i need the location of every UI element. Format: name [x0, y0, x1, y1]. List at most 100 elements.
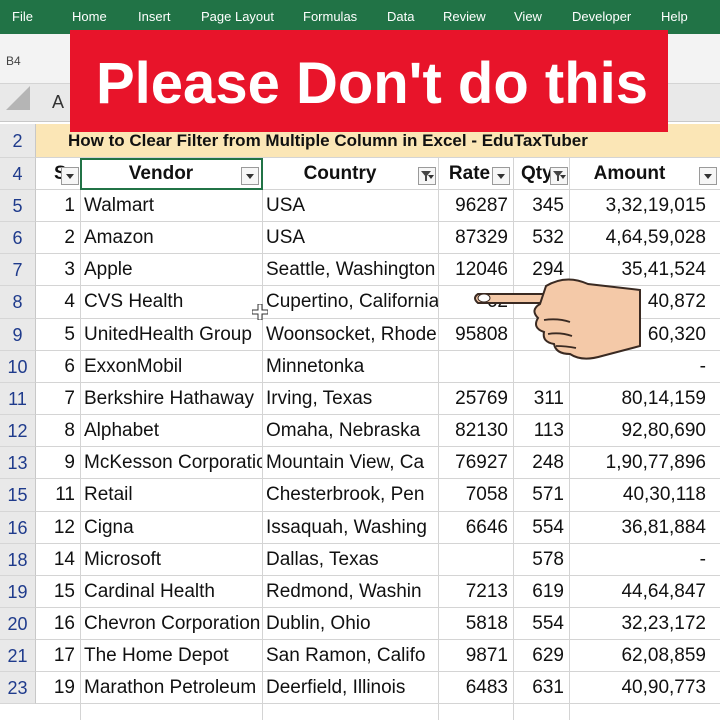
cell-sn[interactable]: 5	[36, 319, 80, 350]
cell-rate[interactable]	[438, 544, 513, 575]
cell-country[interactable]: USA	[262, 190, 438, 221]
cell-rate[interactable]: 7058	[438, 479, 513, 511]
cell-vendor[interactable]: Walmart	[80, 190, 262, 221]
cell-qty[interactable]: 311	[513, 383, 569, 414]
cell-rate[interactable]: 76927	[438, 447, 513, 478]
cell-amount[interactable]: 80,14,159	[569, 383, 720, 414]
tab-developer[interactable]: Developer	[572, 9, 631, 24]
row-header[interactable]: 7	[0, 254, 36, 286]
cell-amount[interactable]: 44,64,847	[569, 576, 720, 607]
cell-sn[interactable]: 12	[36, 512, 80, 543]
cell-amount[interactable]: 62,08,859	[569, 640, 720, 671]
row-header[interactable]: 13	[0, 447, 36, 479]
cell-country[interactable]: Irving, Texas	[262, 383, 438, 414]
cell-sn[interactable]: 6	[36, 351, 80, 382]
cell-vendor[interactable]: Amazon	[80, 222, 262, 253]
row-header[interactable]: 9	[0, 319, 36, 351]
cell-vendor[interactable]: Retail	[80, 479, 262, 511]
row-header[interactable]: 2	[0, 124, 36, 158]
cell-sn[interactable]: 19	[36, 672, 80, 703]
row-header[interactable]: 19	[0, 576, 36, 608]
row-header[interactable]: 15	[0, 479, 36, 512]
cell-country[interactable]: Woonsocket, Rhode	[262, 319, 438, 350]
cell-country[interactable]: Omaha, Nebraska	[262, 415, 438, 446]
cell-vendor[interactable]: Marathon Petroleum	[80, 672, 262, 703]
cell-qty[interactable]: 113	[513, 415, 569, 446]
select-all-corner[interactable]	[6, 86, 30, 110]
cell-rate[interactable]: 6483	[438, 672, 513, 703]
cell-qty[interactable]: 578	[513, 544, 569, 575]
row-header[interactable]: 21	[0, 640, 36, 672]
cell-qty[interactable]: 619	[513, 576, 569, 607]
cell-sn[interactable]: 11	[36, 479, 80, 511]
cell-amount[interactable]: 92,80,690	[569, 415, 720, 446]
row-header[interactable]: 6	[0, 222, 36, 254]
cell-country[interactable]: Dublin, Ohio	[262, 608, 438, 639]
cell-amount[interactable]: 1,90,77,896	[569, 447, 720, 478]
cell-vendor[interactable]: Chevron Corporation	[80, 608, 262, 639]
filter-button-amount[interactable]	[699, 167, 717, 185]
cell-sn[interactable]: 16	[36, 608, 80, 639]
cell-sn[interactable]: 14	[36, 544, 80, 575]
cell-amount[interactable]: 3,32,19,015	[569, 190, 720, 221]
row-header[interactable]: 23	[0, 672, 36, 704]
cell-sn[interactable]: 4	[36, 286, 80, 318]
cell-vendor[interactable]: UnitedHealth Group	[80, 319, 262, 350]
filter-button-qty[interactable]	[550, 167, 568, 185]
tab-insert[interactable]: Insert	[138, 9, 171, 24]
filter-button-country[interactable]	[418, 167, 436, 185]
cell-qty[interactable]: 248	[513, 447, 569, 478]
tab-view[interactable]: View	[514, 9, 542, 24]
cell-vendor[interactable]: ExxonMobil	[80, 351, 262, 382]
cell-sn[interactable]: 7	[36, 383, 80, 414]
cell-qty[interactable]: 554	[513, 608, 569, 639]
cell-country[interactable]: Issaquah, Washing	[262, 512, 438, 543]
cell-rate[interactable]: 82130	[438, 415, 513, 446]
cell-country[interactable]: Redmond, Washin	[262, 576, 438, 607]
cell-qty[interactable]: 629	[513, 640, 569, 671]
cell-amount[interactable]: 36,81,884	[569, 512, 720, 543]
name-box[interactable]: B4	[0, 48, 62, 74]
cell-vendor[interactable]: Cigna	[80, 512, 262, 543]
tab-data[interactable]: Data	[387, 9, 414, 24]
cell-sn[interactable]: 3	[36, 254, 80, 285]
cell-country[interactable]: Dallas, Texas	[262, 544, 438, 575]
cell-amount[interactable]: 4,64,59,028	[569, 222, 720, 253]
row-header[interactable]: 10	[0, 351, 36, 383]
row-header[interactable]: 12	[0, 415, 36, 447]
cell-qty[interactable]: 532	[513, 222, 569, 253]
cell-vendor[interactable]: Berkshire Hathaway	[80, 383, 262, 414]
tab-review[interactable]: Review	[443, 9, 486, 24]
cell-amount[interactable]: 40,30,118	[569, 479, 720, 511]
cell-vendor[interactable]: CVS Health	[80, 286, 262, 318]
cell-amount[interactable]: -	[569, 544, 720, 575]
cell-qty[interactable]: 554	[513, 512, 569, 543]
tab-file[interactable]: File	[12, 9, 33, 24]
cell-rate[interactable]: 7213	[438, 576, 513, 607]
cell-sn[interactable]: 15	[36, 576, 80, 607]
row-header[interactable]: 8	[0, 286, 36, 319]
cell-sn[interactable]: 8	[36, 415, 80, 446]
row-header[interactable]: 20	[0, 608, 36, 640]
cell-country[interactable]: Minnetonka	[262, 351, 438, 382]
cell-vendor[interactable]: Microsoft	[80, 544, 262, 575]
filter-button-rate[interactable]	[492, 167, 510, 185]
row-header[interactable]: 11	[0, 383, 36, 415]
cell-rate[interactable]: 5818	[438, 608, 513, 639]
cell-sn[interactable]: 2	[36, 222, 80, 253]
cell-amount[interactable]: 40,90,773	[569, 672, 720, 703]
row-header[interactable]: 4	[0, 158, 36, 190]
cell-amount[interactable]: 32,23,172	[569, 608, 720, 639]
tab-page-layout[interactable]: Page Layout	[201, 9, 274, 24]
cell-rate[interactable]: 6646	[438, 512, 513, 543]
cell-vendor[interactable]: Cardinal Health	[80, 576, 262, 607]
cell-qty[interactable]: 571	[513, 479, 569, 511]
cell-sn[interactable]: 1	[36, 190, 80, 221]
cell-qty[interactable]: 631	[513, 672, 569, 703]
filter-button-sn[interactable]	[61, 167, 79, 185]
cell-country[interactable]: Seattle, Washington	[262, 254, 438, 285]
row-header[interactable]: 16	[0, 512, 36, 544]
cell-vendor[interactable]: Alphabet	[80, 415, 262, 446]
row-header[interactable]: 5	[0, 190, 36, 222]
cell-vendor[interactable]: Apple	[80, 254, 262, 285]
